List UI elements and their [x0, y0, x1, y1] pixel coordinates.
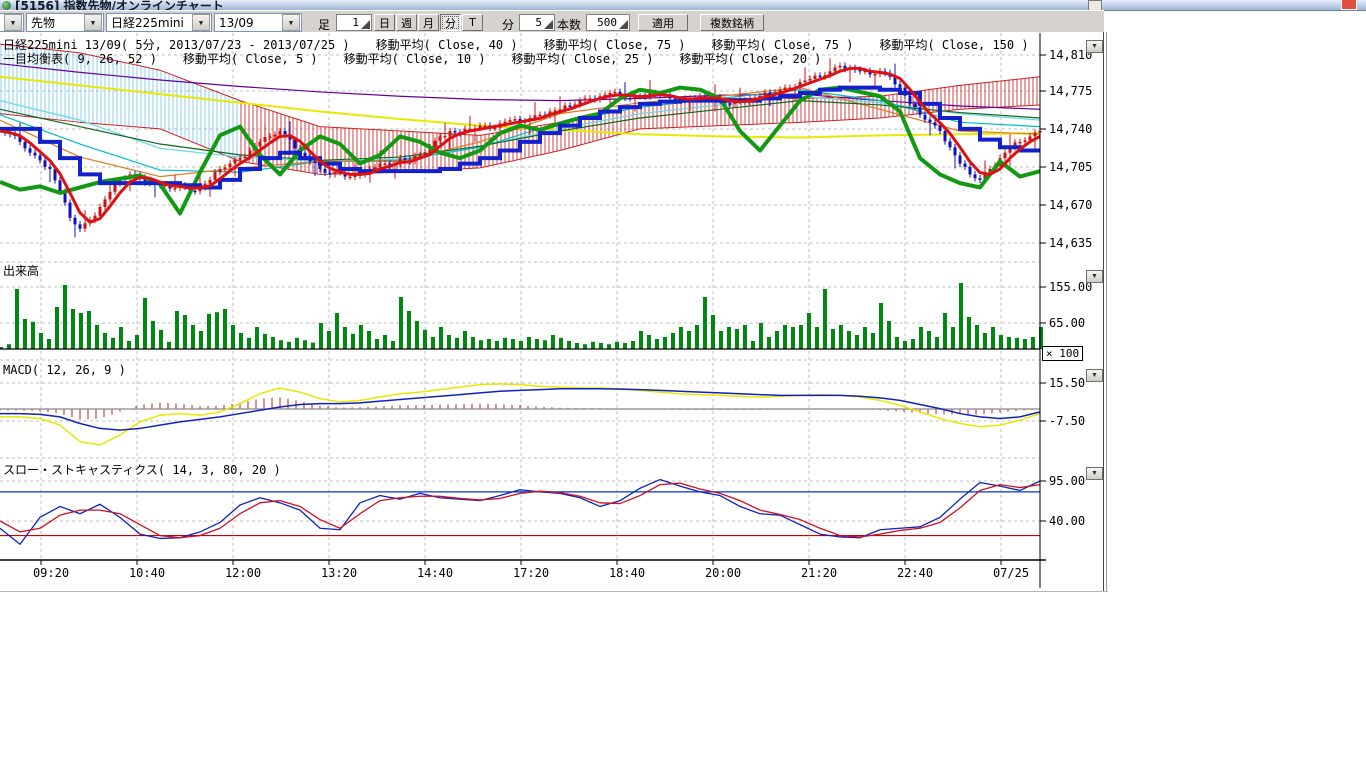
legend-item: 移動平均( Close, 25 ) — [512, 50, 654, 67]
legend-item: 移動平均( Close, 5 ) — [183, 50, 318, 67]
window-right-border — [1106, 32, 1107, 591]
time-axis-label: 07/25 — [989, 566, 1033, 580]
pane-settings-dropdown[interactable]: ▼ — [1086, 369, 1103, 382]
stoch-pane-label: スロー・ストキャスティクス( 14, 3, 80, 20 ) — [3, 461, 281, 478]
spin-dial-icon[interactable] — [361, 20, 370, 29]
minute-spinner[interactable]: 5 — [519, 14, 555, 31]
count-label: 本数 — [557, 16, 581, 33]
chevron-down-icon[interactable]: ▼ — [84, 14, 102, 31]
volume-multiplier: × 100 — [1042, 346, 1083, 361]
price-axis-label: 14,670 — [1049, 198, 1092, 212]
left-combo-fragment[interactable]: ▼ — [0, 13, 24, 32]
volume-axis-label: 65.00 — [1049, 316, 1085, 330]
period-button-5[interactable]: T — [462, 14, 483, 31]
time-axis-label: 09:20 — [29, 566, 73, 580]
time-axis-label: 12:00 — [221, 566, 265, 580]
legend-item: 一目均衡表( 9, 26, 52 ) — [3, 50, 157, 67]
ashi-spinner[interactable]: 1 — [336, 14, 372, 31]
stoch-axis-label: 95.00 — [1049, 474, 1085, 488]
legend-item: 移動平均( Close, 10 ) — [344, 50, 486, 67]
chevron-down-icon[interactable]: ▼ — [4, 14, 22, 31]
time-axis-label: 22:40 — [893, 566, 937, 580]
volume-pane-label: 出来高 — [3, 262, 39, 279]
legend-item: 移動平均( Close, 20 ) — [679, 50, 821, 67]
time-axis-label: 17:20 — [509, 566, 553, 580]
legend-row-2: 一目均衡表( 9, 26, 52 ) 移動平均( Close, 5 ) 移動平均( … — [3, 50, 821, 67]
price-axis-label: 14,705 — [1049, 160, 1092, 174]
spin-dial-icon[interactable] — [544, 20, 553, 29]
pane-settings-dropdown[interactable]: ▼ — [1086, 467, 1103, 480]
symbol-combo[interactable]: 日経225mini▼ — [106, 13, 212, 32]
stoch-axis-label: 40.00 — [1049, 514, 1085, 528]
contract-combo[interactable]: 13/09▼ — [214, 13, 302, 32]
price-axis-label: 14,635 — [1049, 236, 1092, 250]
chevron-down-icon[interactable]: ▼ — [282, 14, 300, 31]
time-axis-label: 13:20 — [317, 566, 361, 580]
minute-label: 分 — [502, 16, 514, 33]
pane-settings-dropdown[interactable]: ▼ — [1086, 270, 1103, 283]
count-spinner[interactable]: 500 — [586, 14, 630, 31]
price-axis-label: 14,775 — [1049, 84, 1092, 98]
close-icon[interactable] — [1341, 0, 1357, 10]
symbol-type-combo[interactable]: 先物▼ — [26, 13, 104, 32]
chevron-down-icon[interactable]: ▼ — [192, 14, 210, 31]
chart-canvas[interactable] — [0, 32, 1108, 591]
toolbar: ▼ 先物▼ 日経225mini▼ 13/09▼ 足 1 分 5 本数 500 適… — [0, 10, 1104, 34]
price-axis-label: 14,740 — [1049, 122, 1092, 136]
period-button-2[interactable]: 週 — [396, 14, 417, 31]
multi-symbol-button[interactable]: 複数銘柄 — [700, 14, 764, 31]
time-axis-label: 14:40 — [413, 566, 457, 580]
chart-panel: 日経225mini 13/09( 5分, 2013/07/23 - 2013/0… — [0, 32, 1108, 592]
period-button-3[interactable]: 月 — [418, 14, 439, 31]
macd-axis-label: 15.50 — [1049, 376, 1085, 390]
apply-button[interactable]: 適用 — [638, 14, 688, 31]
spin-dial-icon[interactable] — [619, 20, 628, 29]
macd-axis-label: -7.50 — [1049, 414, 1085, 428]
pane-settings-dropdown[interactable]: ▼ — [1086, 40, 1103, 53]
app-icon — [2, 1, 11, 10]
time-axis-label: 18:40 — [605, 566, 649, 580]
legend-item: 移動平均( Close, 150 ) — [879, 36, 1028, 53]
window-right-border — [1103, 32, 1104, 591]
time-axis-label: 21:20 — [797, 566, 841, 580]
time-axis-label: 20:00 — [701, 566, 745, 580]
period-button-4[interactable]: 分 — [440, 14, 461, 31]
macd-pane-label: MACD( 12, 26, 9 ) — [3, 363, 126, 377]
time-axis-label: 10:40 — [125, 566, 169, 580]
period-button-1[interactable]: 日 — [374, 14, 395, 31]
ashi-label: 足 — [318, 16, 330, 33]
